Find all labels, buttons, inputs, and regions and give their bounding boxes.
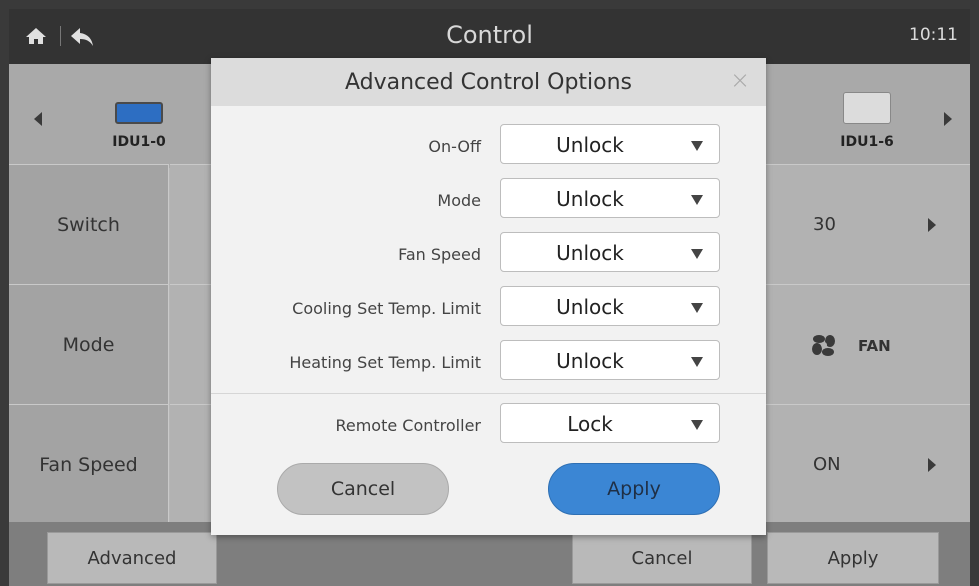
switch-row-label: Switch [9, 164, 169, 284]
dropdown-caret-icon [691, 420, 703, 430]
dropdown-caret-icon [691, 303, 703, 313]
apply-button[interactable]: Apply [767, 532, 939, 584]
fan-speed-row-label: Fan Speed [9, 404, 169, 524]
header-bar: Control 10:11 [9, 9, 970, 64]
select-value: Unlock [556, 295, 624, 319]
fan-speed-select[interactable]: Unlock [500, 232, 720, 272]
cooling-limit-select[interactable]: Unlock [500, 286, 720, 326]
dropdown-caret-icon [691, 195, 703, 205]
option-label-cooling-limit: Cooling Set Temp. Limit [292, 299, 481, 318]
fan-speed-next-arrow-icon[interactable] [928, 458, 936, 472]
select-value: Unlock [556, 241, 624, 265]
option-label-mode: Mode [437, 191, 481, 210]
fan-speed-value: ON [813, 454, 841, 475]
clock: 10:11 [909, 25, 958, 45]
close-icon[interactable]: × [730, 68, 750, 92]
option-label-remote-controller: Remote Controller [335, 416, 481, 435]
page-title: Control [446, 21, 533, 49]
option-label-heating-limit: Heating Set Temp. Limit [289, 353, 481, 372]
dropdown-caret-icon [691, 141, 703, 151]
device-name: IDU1-0 [112, 134, 166, 150]
dialog-apply-button[interactable]: Apply [548, 463, 720, 515]
on-off-select[interactable]: Unlock [500, 124, 720, 164]
dialog-cancel-button[interactable]: Cancel [277, 463, 449, 515]
select-value: Unlock [556, 133, 624, 157]
advanced-control-options-dialog: Advanced Control Options × On-Off Unlock… [211, 58, 766, 535]
prev-device-arrow-icon[interactable] [34, 112, 42, 126]
dialog-title: Advanced Control Options [211, 58, 766, 106]
advanced-button[interactable]: Advanced [47, 532, 217, 584]
mode-value: FAN [858, 337, 891, 355]
dropdown-caret-icon [691, 357, 703, 367]
select-value: Unlock [556, 187, 624, 211]
option-label-on-off: On-Off [428, 137, 481, 156]
indoor-unit-icon [115, 102, 163, 124]
device-idu1-0[interactable]: IDU1-0 [89, 102, 189, 162]
switch-next-arrow-icon[interactable] [928, 218, 936, 232]
fan-icon [811, 333, 837, 361]
next-device-arrow-icon[interactable] [944, 112, 952, 126]
indoor-unit-icon [843, 92, 891, 124]
dropdown-caret-icon [691, 249, 703, 259]
device-idu1-6[interactable]: IDU1-6 [817, 92, 917, 152]
mode-row-label: Mode [9, 284, 169, 404]
device-name: IDU1-6 [840, 134, 894, 150]
option-label-fan-speed: Fan Speed [398, 245, 481, 264]
cancel-button[interactable]: Cancel [572, 532, 752, 584]
switch-value: 30 [813, 214, 836, 235]
remote-controller-select[interactable]: Lock [500, 403, 720, 443]
select-value: Unlock [556, 349, 624, 373]
select-value: Lock [567, 412, 613, 436]
mode-select[interactable]: Unlock [500, 178, 720, 218]
heating-limit-select[interactable]: Unlock [500, 340, 720, 380]
divider [211, 393, 766, 394]
control-screen: Control 10:11 IDU1-0 IDU1-6 Switch 30 Mo… [9, 9, 970, 586]
